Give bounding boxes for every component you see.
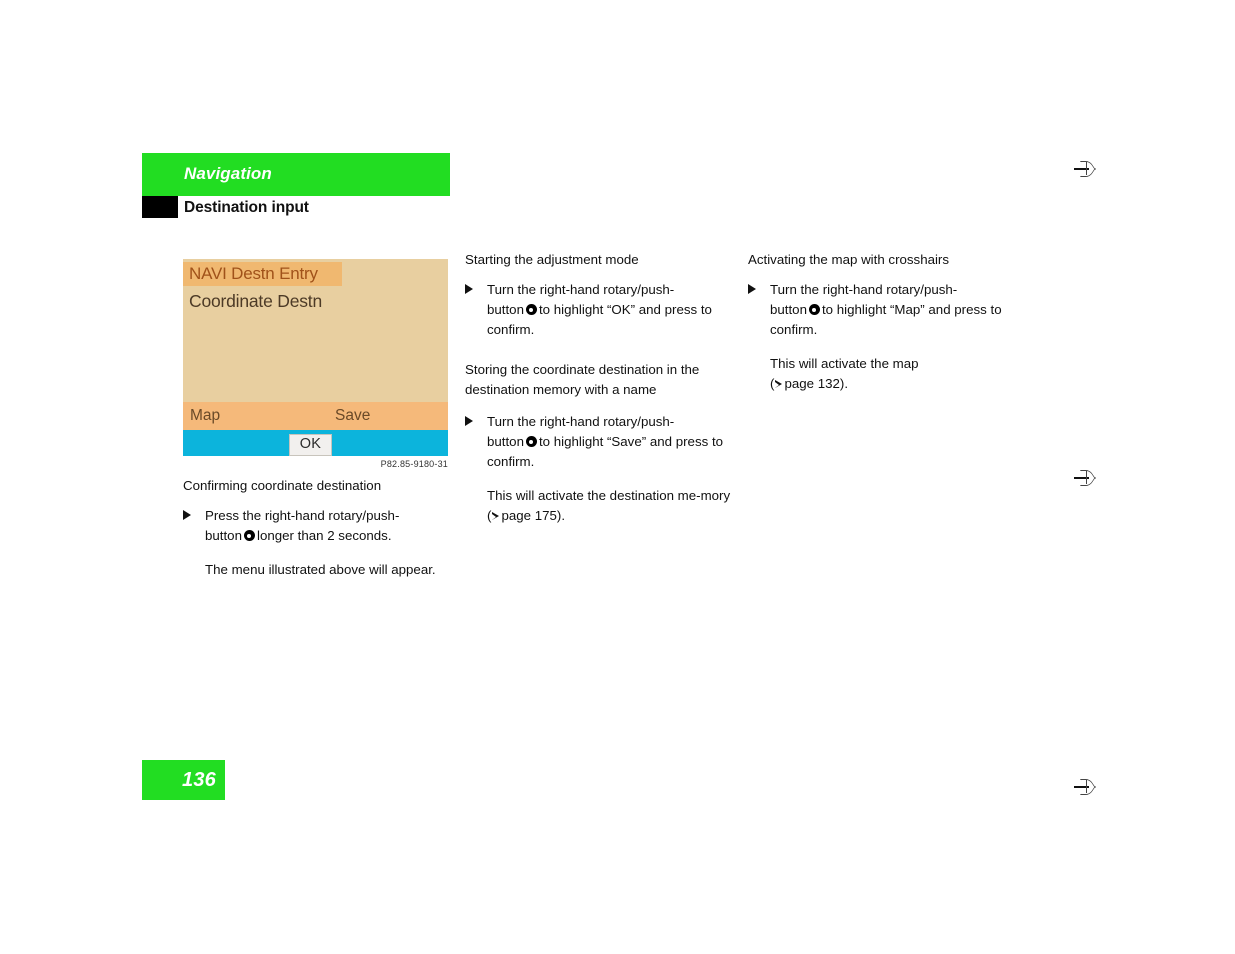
right-step-1-line2a: button	[770, 302, 807, 317]
left-step-1-line2a: button	[205, 528, 242, 543]
middle-text-column: Starting the adjustment mode Turn the ri…	[465, 250, 737, 538]
triangle-bullet-icon	[748, 284, 756, 294]
section-title: Destination input	[184, 199, 309, 216]
left-step-1: Press the right-hand rotary/push- button…	[183, 506, 455, 546]
left-note: The menu illustrated above will appear.	[205, 562, 436, 577]
navi-softkey-map: Map	[190, 407, 221, 424]
left-heading: Confirming coordinate destination	[183, 478, 382, 493]
triangle-bullet-icon	[465, 416, 473, 426]
rotary-push-button-icon	[525, 436, 537, 447]
navi-ok-bar: OK	[183, 430, 448, 456]
right-text-column: Activating the map with crosshairs Turn …	[748, 250, 1020, 406]
registration-mark-icon	[1074, 465, 1100, 491]
right-note-part1: This will activate the map	[770, 356, 919, 371]
right-step-1-line1: Turn the right-hand rotary/push-	[770, 282, 958, 297]
navi-title-text: NAVI Destn Entry	[189, 264, 318, 283]
rotary-push-button-icon	[243, 530, 255, 541]
left-step-1-line2b: longer than 2 seconds.	[256, 528, 392, 543]
navi-ok-button: OK	[289, 434, 332, 456]
navi-subtitle-text: Coordinate Destn	[189, 291, 322, 311]
navi-screen-figure: NAVI Destn Entry Coordinate Destn Map Sa…	[183, 259, 448, 456]
triangle-bullet-icon	[183, 510, 191, 520]
chapter-title: Navigation	[184, 164, 272, 183]
right-note: This will activate the map ( page 132).	[748, 354, 1020, 394]
figure-reference-code: P82.85-9180-31	[380, 459, 448, 469]
middle-step-1-line1: Turn the right-hand rotary/push-	[487, 282, 675, 297]
page-number: 136	[182, 769, 216, 791]
page-number-badge: 136	[142, 760, 225, 800]
middle-note: This will activate the destination me‑mo…	[465, 486, 737, 526]
navi-softkey-save: Save	[335, 407, 371, 424]
chapter-header-band: Navigation	[142, 153, 450, 196]
rotary-push-button-icon	[525, 304, 537, 315]
section-marker-square	[142, 196, 178, 218]
rotary-push-button-icon	[808, 304, 820, 315]
right-note-part3: page 132).	[784, 376, 849, 391]
right-heading: Activating the map with crosshairs	[748, 252, 950, 267]
registration-mark-icon	[1074, 774, 1100, 800]
triangle-bullet-icon	[465, 284, 473, 294]
page-reference-arrow-icon	[492, 512, 500, 521]
middle-step-1-line2a: button	[487, 302, 524, 317]
middle-heading-2: Storing the coordinate destination in th…	[465, 362, 700, 397]
navi-display: NAVI Destn Entry Coordinate Destn Map Sa…	[183, 259, 448, 456]
left-text-column: Confirming coordinate destination Press …	[183, 476, 455, 592]
registration-mark-icon	[1074, 156, 1100, 182]
page-reference-arrow-icon	[775, 380, 783, 389]
right-note-part2: (	[770, 376, 775, 391]
middle-heading-1: Starting the adjustment mode	[465, 252, 639, 267]
navi-softkey-bar: Map Save	[183, 402, 448, 430]
left-step-1-line1: Press the right-hand rotary/push-	[205, 508, 400, 523]
middle-step-2-line2a: button	[487, 434, 524, 449]
middle-step-2: Turn the right-hand rotary/push- button t…	[465, 412, 737, 472]
middle-step-1: Turn the right-hand rotary/push- button t…	[465, 280, 737, 340]
right-step-1: Turn the right-hand rotary/push- button t…	[748, 280, 1020, 340]
middle-step-2-line1: Turn the right-hand rotary/push-	[487, 414, 675, 429]
middle-note-part2: page 175).	[501, 508, 566, 523]
